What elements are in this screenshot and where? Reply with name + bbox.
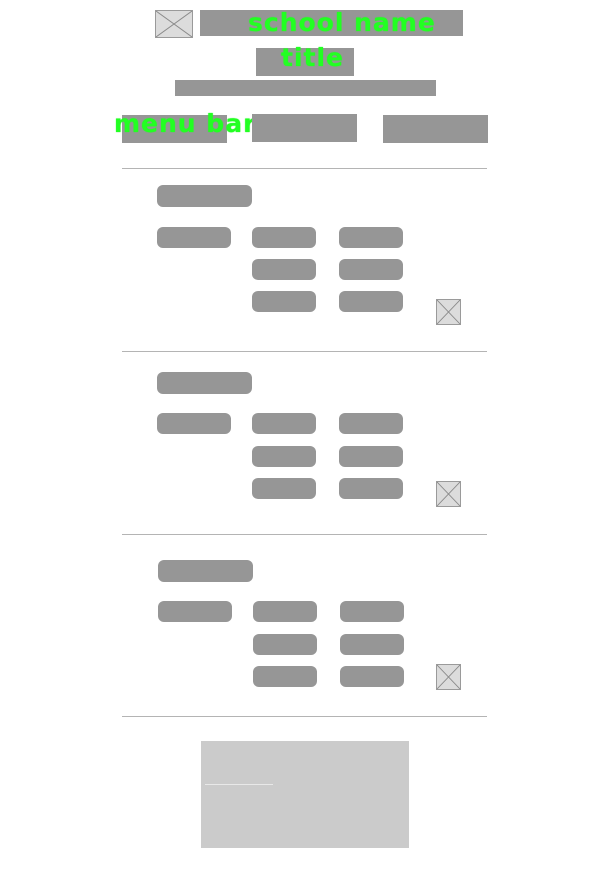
section-option-button[interactable] (253, 601, 317, 622)
section-image-placeholder-icon (436, 299, 461, 325)
subtitle-bar (175, 80, 436, 96)
section-option-button[interactable] (339, 259, 403, 280)
section-option-button[interactable] (252, 227, 316, 248)
section-option-button[interactable] (252, 291, 316, 312)
section-heading-pill (157, 372, 252, 394)
section-option-button[interactable] (252, 259, 316, 280)
section-option-button[interactable] (339, 478, 403, 499)
section-option-button[interactable] (340, 666, 404, 687)
footer-block (201, 741, 409, 848)
footer-line (205, 784, 273, 785)
section-option-button[interactable] (252, 413, 316, 434)
section-option-button[interactable] (339, 227, 403, 248)
section-option-button[interactable] (253, 634, 317, 655)
divider (122, 351, 487, 352)
section-option-button[interactable] (339, 446, 403, 467)
section-option-button[interactable] (252, 478, 316, 499)
section-option-button[interactable] (339, 413, 403, 434)
menu-item-2[interactable] (252, 114, 357, 142)
section-option-button[interactable] (253, 666, 317, 687)
divider (122, 534, 487, 535)
section-option-button[interactable] (340, 634, 404, 655)
section-label-pill (157, 227, 231, 248)
divider (122, 168, 487, 169)
menu-item-3[interactable] (383, 115, 488, 143)
section-image-placeholder-icon (436, 481, 461, 507)
section-option-button[interactable] (340, 601, 404, 622)
section-option-button[interactable] (252, 446, 316, 467)
section-image-placeholder-icon (436, 664, 461, 690)
section-heading-pill (158, 560, 253, 582)
title-label: title (281, 43, 344, 72)
divider (122, 716, 487, 717)
section-label-pill (157, 413, 231, 434)
logo-image-placeholder-icon (155, 10, 193, 38)
section-heading-pill (157, 185, 252, 207)
section-option-button[interactable] (339, 291, 403, 312)
section-label-pill (158, 601, 232, 622)
menu-bar-label: menu bar (114, 109, 257, 138)
school-name-label: school name (248, 8, 436, 37)
